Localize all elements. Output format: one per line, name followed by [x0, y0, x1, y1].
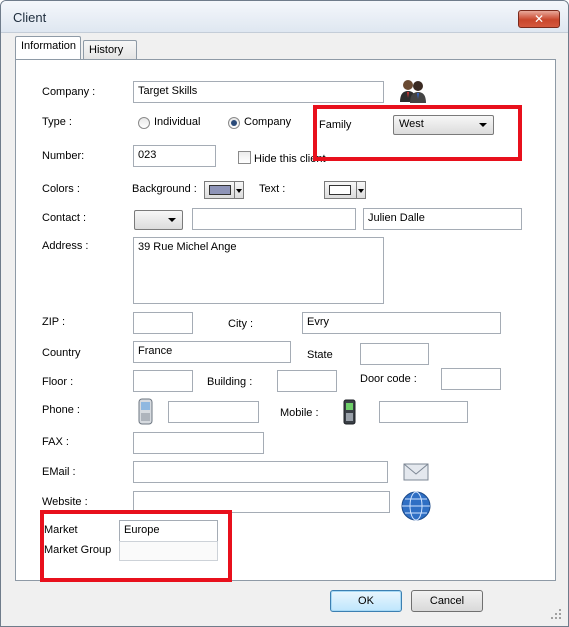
- mail-icon[interactable]: [402, 460, 430, 484]
- colors-label: Colors :: [42, 183, 80, 195]
- company-input[interactable]: Target Skills: [133, 81, 384, 103]
- close-button[interactable]: ✕: [518, 10, 560, 28]
- text-color-swatch: [329, 185, 351, 195]
- type-company-radio[interactable]: [228, 117, 240, 129]
- address-label: Address :: [42, 240, 89, 252]
- cancel-button[interactable]: Cancel: [411, 590, 483, 612]
- company-label: Company :: [42, 86, 96, 98]
- background-color-picker[interactable]: [204, 181, 244, 199]
- tab-information[interactable]: Information: [15, 36, 81, 59]
- building-input[interactable]: [277, 370, 337, 392]
- city-label: City :: [228, 318, 254, 330]
- doorcode-label: Door code :: [360, 373, 417, 385]
- zip-input[interactable]: [133, 312, 193, 334]
- contact-title-select[interactable]: [134, 210, 183, 230]
- background-color-swatch: [209, 185, 231, 195]
- phone-input[interactable]: [168, 401, 259, 423]
- doorcode-input[interactable]: [441, 368, 501, 390]
- fax-label: FAX :: [42, 436, 69, 448]
- text-color-picker[interactable]: [324, 181, 366, 199]
- country-label: Country: [42, 347, 81, 359]
- family-highlight-box: [313, 105, 522, 161]
- client-dialog: Client ✕ Information History Company : T…: [0, 0, 569, 627]
- city-input[interactable]: Evry: [302, 312, 501, 334]
- contact-label: Contact :: [42, 212, 87, 224]
- website-label: Website :: [42, 496, 88, 508]
- zip-label: ZIP :: [42, 316, 66, 328]
- ok-button[interactable]: OK: [330, 590, 402, 612]
- resize-grip-icon[interactable]: [549, 607, 563, 621]
- contact-name-input[interactable]: Julien Dalle: [363, 208, 522, 230]
- window-title: Client: [13, 10, 47, 25]
- mobile-input[interactable]: [379, 401, 468, 423]
- type-company-label: Company: [244, 116, 292, 128]
- country-input[interactable]: France: [133, 341, 291, 363]
- type-label: Type :: [42, 116, 72, 128]
- phone-label: Phone :: [42, 404, 80, 416]
- market-highlight-box: [40, 510, 232, 582]
- type-individual-radio[interactable]: [138, 117, 150, 129]
- mobile-phone-icon: [343, 399, 356, 425]
- chevron-down-icon: [168, 218, 176, 222]
- background-color-label: Background :: [132, 183, 197, 195]
- number-label: Number:: [42, 150, 85, 162]
- hide-client-checkbox[interactable]: [238, 151, 251, 164]
- type-individual-label: Individual: [154, 116, 201, 128]
- address-input[interactable]: 39 Rue Michel Ange: [133, 237, 384, 304]
- building-label: Building :: [207, 376, 253, 388]
- chevron-down-icon: [236, 189, 242, 193]
- phone-icon: [138, 398, 153, 425]
- information-panel: Company : Target Skills Type : Individua…: [15, 59, 556, 582]
- floor-input[interactable]: [133, 370, 193, 392]
- globe-icon[interactable]: [400, 490, 432, 522]
- tab-history[interactable]: History: [83, 40, 137, 60]
- email-input[interactable]: [133, 461, 388, 483]
- fax-input[interactable]: [133, 432, 264, 454]
- email-label: EMail :: [42, 466, 76, 478]
- state-label: State: [307, 349, 333, 361]
- title-bar: Client ✕: [1, 1, 568, 33]
- contact-firstname-input[interactable]: [192, 208, 356, 230]
- chevron-down-icon: [358, 189, 364, 193]
- users-icon[interactable]: [398, 78, 428, 104]
- text-color-label: Text :: [259, 183, 286, 195]
- state-input[interactable]: [360, 343, 429, 365]
- number-input[interactable]: 023: [133, 145, 216, 167]
- floor-label: Floor :: [42, 376, 74, 388]
- mobile-label: Mobile :: [280, 407, 319, 419]
